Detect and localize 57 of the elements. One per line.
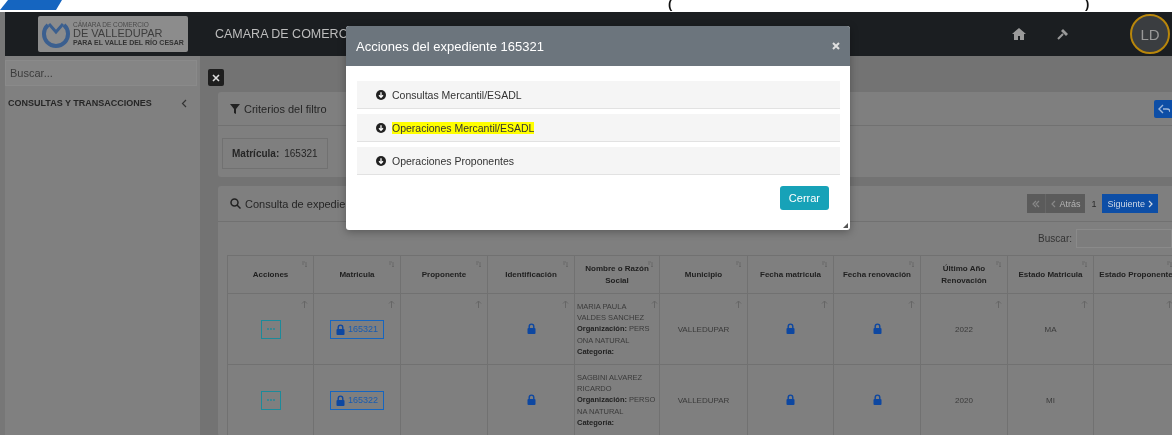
menu-item[interactable]: CONSULTAS Y TRANSACCIONES [5, 98, 200, 108]
table-cell: MA [1044, 324, 1057, 334]
modal-title: Acciones del expediente 165321 [356, 38, 544, 54]
action-item[interactable]: Operaciones Proponentes [357, 147, 840, 175]
field-value: 165321 [284, 148, 318, 159]
home-icon[interactable] [1012, 28, 1026, 40]
arrow-down-circle-icon [376, 122, 386, 133]
action-label: Consultas Mercantil/ESADL [392, 88, 522, 101]
arrow-up-icon[interactable] [995, 300, 1002, 308]
close-button[interactable] [208, 69, 224, 86]
next-button[interactable]: Siguiente [1102, 194, 1158, 213]
double-chevron-icon [1032, 199, 1041, 208]
menu-label: CONSULTAS Y TRANSACCIONES [8, 98, 152, 108]
arrow-down-circle-icon [376, 155, 386, 166]
app-title: CAMARA DE COMERC [215, 27, 348, 41]
table-cell: 2022 [955, 324, 973, 334]
card-title: Consulta de expedie [245, 197, 346, 210]
arrow-up-icon[interactable] [735, 300, 742, 308]
corner-shape [0, 0, 62, 10]
gavel-icon[interactable] [1057, 27, 1070, 41]
arrow-up-icon[interactable] [908, 300, 915, 308]
action-item[interactable]: Consultas Mercantil/ESADL [357, 81, 840, 109]
arrow-down-circle-icon [376, 89, 386, 100]
arrow-up-icon[interactable] [562, 300, 569, 308]
arrow-up-icon[interactable] [1166, 300, 1172, 308]
chevron-icon[interactable] [181, 98, 187, 108]
table-cell: VALLEDUPAR [677, 395, 730, 405]
action-label: Operaciones Mercantil/ESADL [392, 121, 535, 134]
arrow-up-icon[interactable] [301, 300, 308, 308]
chevron-icon [1051, 199, 1057, 208]
user-avatar[interactable]: LD [1130, 14, 1170, 54]
arrow-up-icon[interactable] [821, 300, 828, 308]
search-field[interactable]: Buscar... [5, 60, 197, 86]
table-cell: MI [1046, 395, 1055, 405]
arrow-up-icon[interactable] [1081, 300, 1088, 308]
reply-icon[interactable] [1154, 99, 1172, 118]
table-cell: VALLEDUPAR [677, 324, 730, 334]
arrow-up-icon[interactable] [475, 300, 482, 308]
filter-icon [230, 103, 240, 114]
action-label: Operaciones Proponentes [392, 154, 514, 167]
close-icon [212, 73, 220, 82]
search-label: Buscar: [1038, 233, 1072, 244]
arrow-up-icon[interactable] [388, 300, 395, 308]
search-icon [230, 198, 241, 209]
field-label: Matrícula: [232, 148, 280, 159]
logo-text: DE VALLEDUPAR [73, 28, 164, 40]
action-item[interactable]: Operaciones Mercantil/ESADL [357, 114, 840, 142]
card-title: Criterios del filtro [244, 102, 327, 115]
page-number[interactable]: 1 [1085, 198, 1103, 209]
resize-grip-icon[interactable] [843, 223, 848, 228]
actions-button[interactable] [260, 390, 281, 410]
arrow-up-icon[interactable] [651, 300, 658, 308]
emblem-icon [42, 20, 70, 48]
actions-button[interactable] [260, 319, 281, 339]
close-icon[interactable] [832, 42, 840, 50]
close-button[interactable]: Cerrar [779, 186, 829, 210]
chevron-icon [1148, 199, 1153, 208]
